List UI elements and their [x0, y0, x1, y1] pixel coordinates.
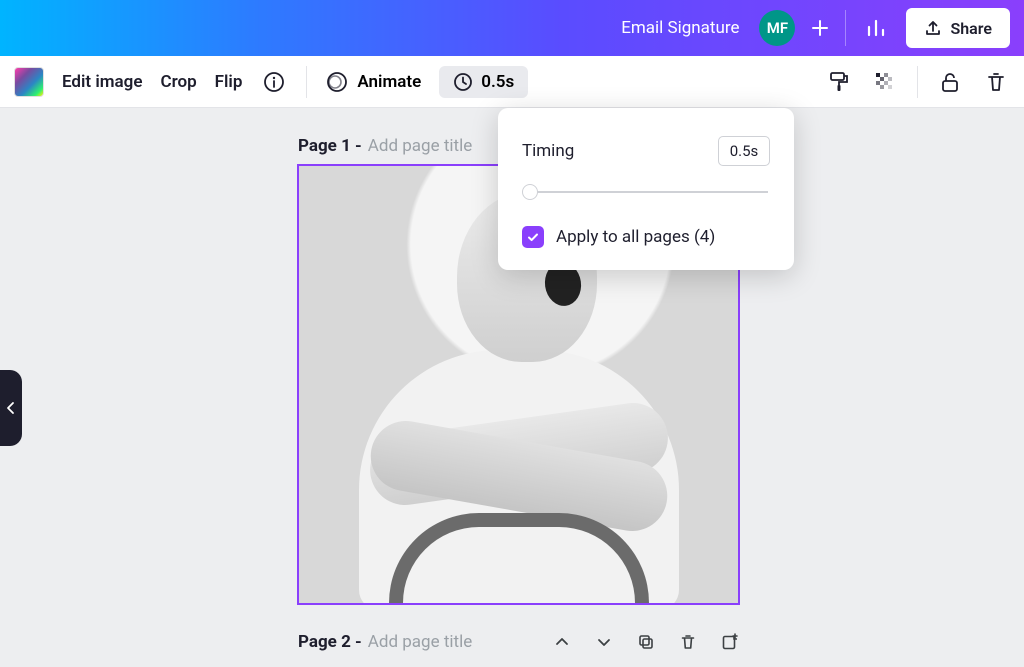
page-2-title-row[interactable]: Page 2 - Add page title [298, 632, 472, 652]
edit-image-button[interactable]: Edit image [62, 72, 142, 92]
page-2-prefix: Page 2 - [298, 632, 362, 652]
toolbar-divider [917, 66, 918, 98]
share-button[interactable]: Share [906, 8, 1010, 48]
move-page-up-button[interactable] [552, 632, 572, 652]
bar-chart-icon [865, 17, 887, 39]
transparency-icon [874, 71, 896, 93]
trash-icon [679, 633, 697, 651]
document-title[interactable]: Email Signature [621, 18, 739, 38]
move-page-down-button[interactable] [594, 632, 614, 652]
page-2-title-placeholder: Add page title [368, 632, 472, 652]
crop-button[interactable]: Crop [160, 72, 196, 92]
chevron-down-icon [596, 634, 612, 650]
page-1-title-placeholder: Add page title [368, 136, 472, 156]
share-label: Share [950, 19, 992, 38]
check-icon [526, 230, 540, 244]
page-1-prefix: Page 1 - [298, 136, 362, 156]
timing-label: Timing [522, 141, 574, 161]
duplicate-icon [637, 633, 655, 651]
add-collaborator-button[interactable] [805, 10, 835, 46]
apply-all-label: Apply to all pages (4) [556, 227, 715, 247]
trash-icon [985, 71, 1007, 93]
timing-slider[interactable] [522, 184, 770, 200]
color-picker-button[interactable] [14, 67, 44, 97]
animate-button[interactable]: Animate [325, 70, 421, 94]
slider-thumb[interactable] [522, 184, 538, 200]
flip-button[interactable]: Flip [215, 72, 243, 92]
paint-roller-icon [827, 70, 851, 94]
slider-track [524, 191, 768, 193]
analytics-button[interactable] [856, 8, 896, 48]
styles-button[interactable] [825, 68, 853, 96]
header-divider [845, 10, 846, 46]
plus-icon [811, 19, 829, 37]
animate-label: Animate [357, 72, 421, 92]
page-2-actions [552, 632, 740, 652]
lock-open-icon [939, 71, 961, 93]
timing-value-label: 0.5s [481, 72, 514, 92]
page-1-title-row[interactable]: Page 1 - Add page title [298, 136, 472, 156]
apply-all-checkbox[interactable] [522, 226, 544, 248]
chevron-left-icon [6, 401, 16, 415]
page-2-header-row: Page 2 - Add page title [298, 624, 740, 660]
delete-button[interactable] [982, 68, 1010, 96]
info-button[interactable] [260, 68, 288, 96]
upload-icon [924, 19, 942, 37]
timing-button[interactable]: 0.5s [439, 66, 528, 98]
app-header: Email Signature MF Share [0, 0, 1024, 56]
collapse-side-panel-button[interactable] [0, 370, 22, 446]
lock-button[interactable] [936, 68, 964, 96]
transparency-button[interactable] [871, 68, 899, 96]
add-page-button[interactable] [720, 632, 740, 652]
duplicate-page-button[interactable] [636, 632, 656, 652]
info-icon [263, 71, 285, 93]
context-toolbar: Edit image Crop Flip Animate 0.5s [0, 56, 1024, 108]
clock-icon [453, 72, 473, 92]
delete-page-button[interactable] [678, 632, 698, 652]
animate-icon [325, 70, 349, 94]
chevron-up-icon [554, 634, 570, 650]
add-page-icon [721, 633, 739, 651]
timing-input[interactable] [718, 136, 770, 166]
avatar[interactable]: MF [759, 10, 795, 46]
timing-popover: Timing Apply to all pages (4) [498, 108, 794, 270]
toolbar-divider [306, 66, 307, 98]
